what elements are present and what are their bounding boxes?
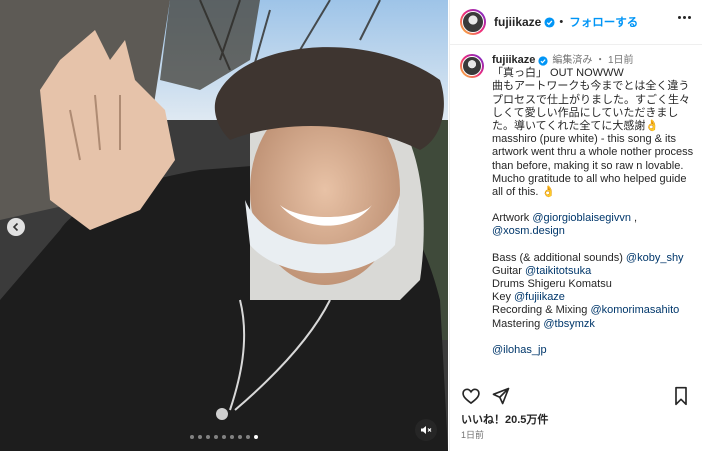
carousel-dot xyxy=(230,435,234,439)
carousel-prev-button[interactable] xyxy=(7,218,25,236)
separator: • xyxy=(559,16,564,28)
carousel-dot xyxy=(206,435,210,439)
heart-icon[interactable] xyxy=(461,386,481,406)
mention-link[interactable]: @ilohas_jp xyxy=(492,344,547,356)
chevron-left-icon xyxy=(12,222,19,232)
post-media[interactable] xyxy=(0,0,448,451)
speaker-muted-icon xyxy=(421,426,432,434)
credit-line: @xosm.design xyxy=(492,225,696,238)
mention-link[interactable]: @giorgioblaisegivvn xyxy=(532,212,631,224)
carousel-dot xyxy=(238,435,242,439)
verified-badge-icon xyxy=(538,56,548,66)
credit-line: Mastering @tbsymzk xyxy=(492,317,595,330)
mention-link[interactable]: @tbsymzk xyxy=(543,318,595,330)
carousel-dot xyxy=(190,435,194,439)
send-icon[interactable] xyxy=(491,386,511,406)
credit-line: Recording & Mixing @komorimasahito xyxy=(492,304,680,317)
username-link[interactable]: fujiikaze xyxy=(494,15,541,29)
carousel-dot xyxy=(246,435,250,439)
mention-link[interactable]: @xosm.design xyxy=(492,225,565,237)
credit-line: Artwork @giorgioblaisegivvn , xyxy=(492,212,638,225)
bookmark-icon[interactable] xyxy=(672,386,690,406)
avatar[interactable] xyxy=(460,9,486,35)
credit-line: Key @fujiikaze xyxy=(492,291,565,304)
carousel-indicator xyxy=(190,435,258,439)
carousel-dot xyxy=(214,435,218,439)
caption-meta: 編集済み ・ 1日前 xyxy=(552,55,634,66)
mention-link[interactable]: @fujiikaze xyxy=(514,291,565,303)
caption: fujiikaze 編集済み ・ 1日前 「真っ白」 OUT NOWWW 曲もア… xyxy=(460,54,696,372)
mute-button[interactable] xyxy=(415,419,437,441)
follow-button[interactable]: フォローする xyxy=(569,14,638,30)
post-header: fujiikaze • フォローする xyxy=(450,0,702,45)
caption-en-body: masshiro (pure white) - this song & its … xyxy=(492,133,697,199)
mention-link[interactable]: @koby_shy xyxy=(626,252,684,264)
mention-link[interactable]: @taikitotsuka xyxy=(525,265,591,277)
caption-username[interactable]: fujiikaze xyxy=(492,54,535,67)
post-sidebar: fujiikaze • フォローする fujiikaze 編集済み ・ 1日前 … xyxy=(449,0,702,451)
post-actions xyxy=(461,386,691,408)
credit-line: Bass (& additional sounds) @koby_shy xyxy=(492,251,684,264)
credit-line: @ilohas_jp xyxy=(492,344,696,357)
credit-line: Drums Shigeru Komatsu xyxy=(492,278,612,291)
photo xyxy=(0,0,448,451)
carousel-dot xyxy=(222,435,226,439)
likes-count[interactable]: いいね！20.5万件 xyxy=(461,411,548,427)
more-options-icon[interactable] xyxy=(678,16,691,19)
mention-link[interactable]: @komorimasahito xyxy=(590,304,679,316)
caption-avatar[interactable] xyxy=(460,54,484,78)
caption-jp-title: 「真っ白」 OUT NOWWW xyxy=(492,67,624,80)
post-timestamp: 1日前 xyxy=(461,430,485,440)
credit-line: Guitar @taikitotsuka xyxy=(492,264,592,277)
carousel-dot xyxy=(198,435,202,439)
carousel-dot xyxy=(254,435,258,439)
caption-jp-body: 曲もアートワークも今までとは全く違うプロセスで仕上がりました。すごく生々しくて愛… xyxy=(492,80,690,133)
verified-badge-icon xyxy=(544,16,555,28)
